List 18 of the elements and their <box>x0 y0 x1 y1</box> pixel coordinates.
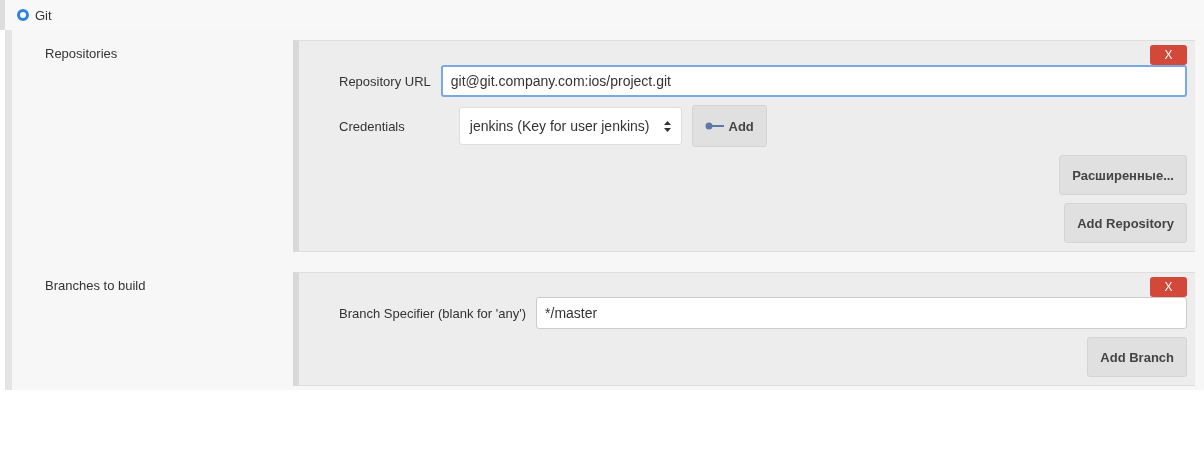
delete-button[interactable]: X <box>1150 45 1187 65</box>
repository-url-field[interactable]: git@git.company.com:ios/project.git <box>440 65 1187 97</box>
add-credentials-button[interactable]: Add <box>691 105 767 147</box>
advanced-button[interactable]: Расширенные... <box>1059 155 1187 195</box>
section-label: Repositories <box>44 45 119 63</box>
radio-button[interactable] <box>17 9 29 21</box>
delete-button[interactable]: X <box>1150 277 1187 297</box>
credentials-dropdown[interactable]: jenkins (Key for user jenkins) <box>458 107 682 145</box>
key-icon <box>704 122 725 130</box>
option-label: Git <box>35 7 52 23</box>
add-branch-button[interactable]: Add Branch <box>1087 337 1187 377</box>
field-label: Repository URL <box>339 73 431 89</box>
updown-icon <box>663 120 671 132</box>
add-repository-button[interactable]: Add Repository <box>1064 203 1187 243</box>
field-label: Credentials <box>339 118 405 134</box>
branch-specifier-field[interactable]: */master <box>536 297 1187 329</box>
section-label: Branches to build <box>44 277 147 295</box>
field-label: Branch Specifier (blank for 'any') <box>339 305 527 321</box>
